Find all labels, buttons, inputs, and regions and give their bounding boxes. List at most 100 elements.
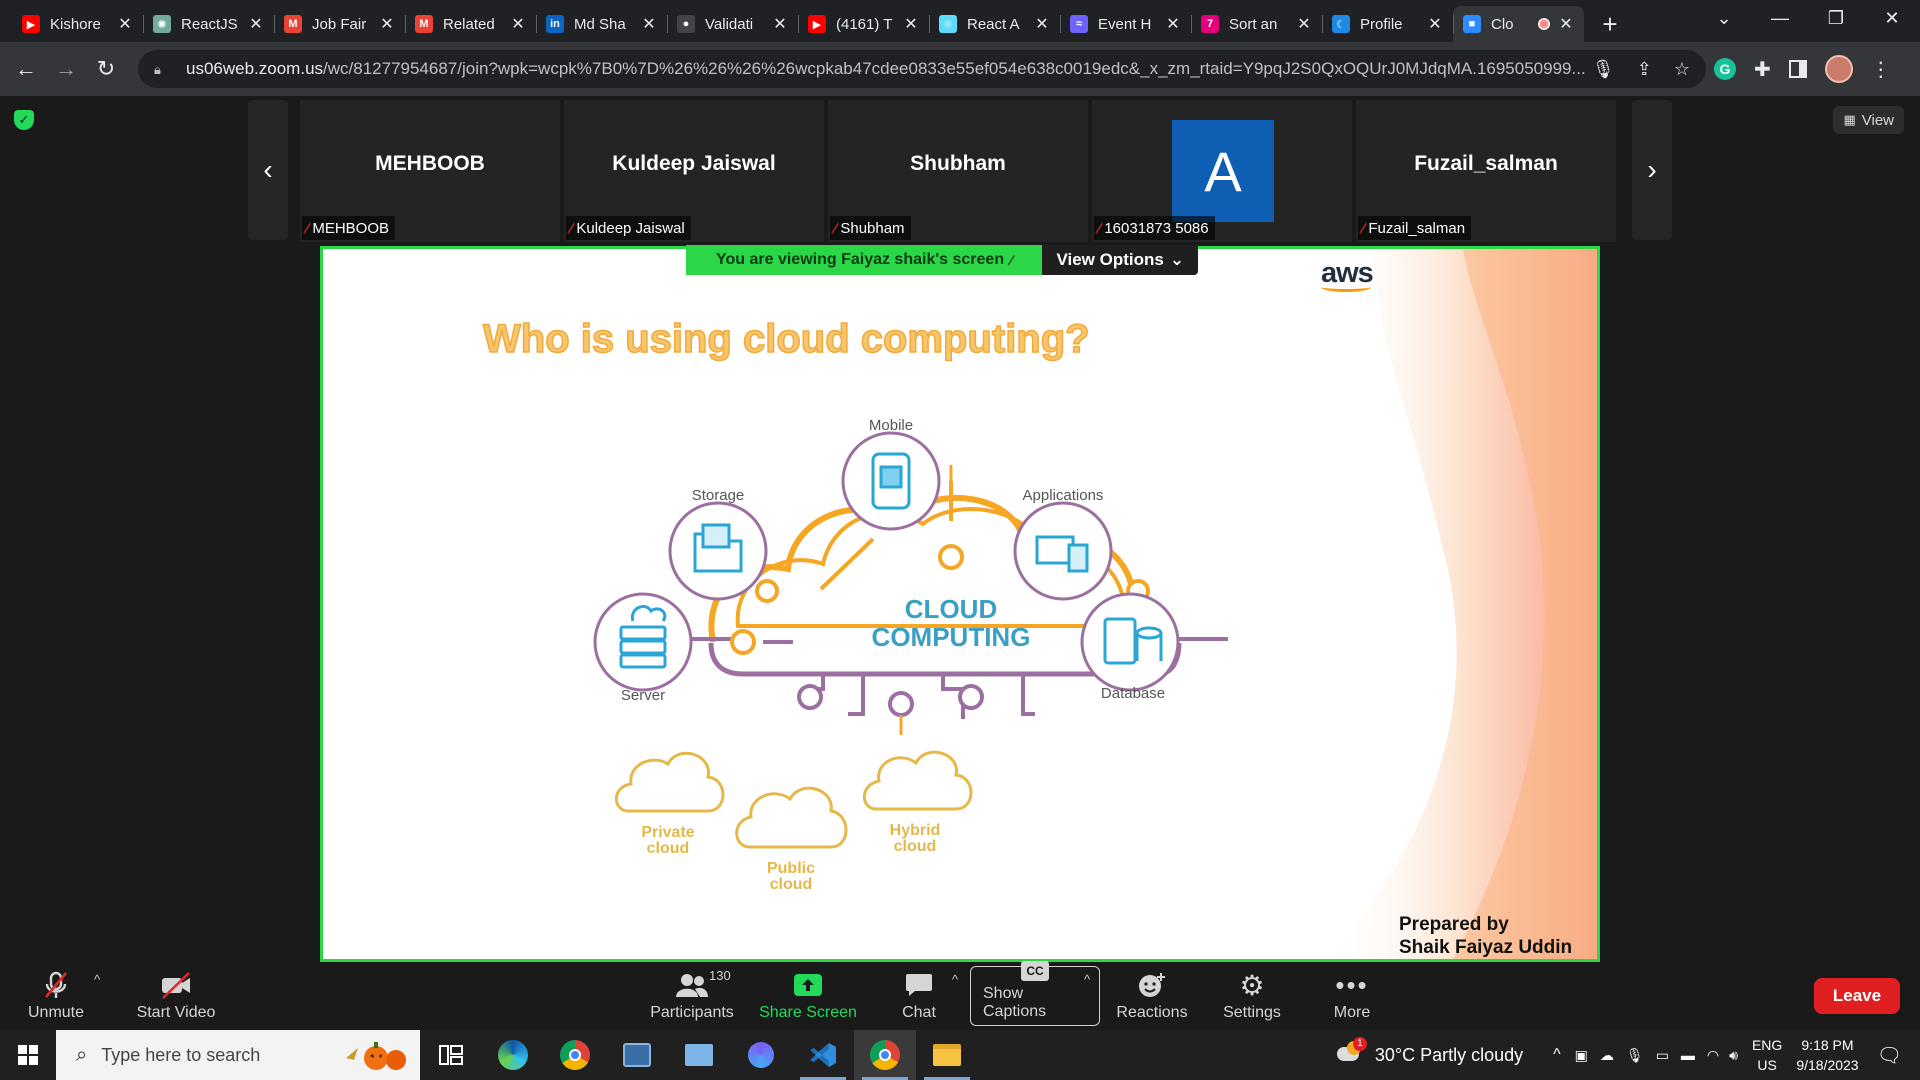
security-shield-icon[interactable]: ✓ [14, 110, 34, 130]
browser-tab[interactable]: in Md Sha ✕ [536, 6, 667, 42]
wifi-icon[interactable]: ◠ [1707, 1047, 1719, 1064]
extensions-puzzle-icon[interactable]: ✚ [1754, 57, 1771, 82]
microphone-icon[interactable]: 🎙︎ [1592, 59, 1615, 80]
participants-button[interactable]: 130 Participants [646, 968, 738, 1026]
chat-options-caret[interactable]: ^ [952, 972, 958, 987]
tab-strip: ▶ Kishore ✕ ✺ ReactJS ✕ M Job Fair ✕ M Related ✕ in M… [0, 6, 1584, 42]
browser-tab[interactable]: ≈ Event H ✕ [1060, 6, 1191, 42]
chrome-icon[interactable] [544, 1030, 606, 1080]
battery-icon[interactable]: ▬ [1681, 1047, 1695, 1063]
start-video-button[interactable]: Start Video [126, 968, 226, 1026]
browser-tab[interactable]: ■ Clo ✕ [1453, 6, 1584, 42]
back-button[interactable]: ← [6, 49, 46, 89]
close-window-button[interactable]: ✕ [1864, 0, 1920, 36]
monitor-app-icon[interactable] [668, 1030, 730, 1080]
participant-tile[interactable]: MEHBOOB ⁄ MEHBOOB [300, 100, 560, 242]
microphone-tray-icon[interactable]: 🎙︎ [1626, 1047, 1644, 1064]
close-tab-icon[interactable]: ✕ [641, 14, 657, 34]
participant-tile[interactable]: Fuzail_salman ⁄ Fuzail_salman [1356, 100, 1616, 242]
browser-tab[interactable]: ⚛ React A ✕ [929, 6, 1060, 42]
edge-icon[interactable] [482, 1030, 544, 1080]
gear-icon: ⚙ [1239, 969, 1265, 1001]
close-tab-icon[interactable]: ✕ [1034, 14, 1050, 34]
volume-icon[interactable]: 🔊︎ [1729, 1047, 1738, 1064]
meeting-controls-bar: Unmute ^ Start Video 130 Participants Sh… [0, 961, 1920, 1030]
more-button[interactable]: ••• More [1312, 968, 1392, 1026]
close-tab-icon[interactable]: ✕ [379, 14, 395, 34]
new-tab-button[interactable]: + [1590, 6, 1630, 42]
share-screen-button[interactable]: Share Screen [758, 968, 858, 1026]
forward-button[interactable]: → [46, 49, 86, 89]
onedrive-cloud-icon[interactable]: ☁ [1600, 1047, 1614, 1064]
close-tab-icon[interactable]: ✕ [248, 14, 264, 34]
settings-button[interactable]: ⚙ Settings [1212, 968, 1292, 1026]
view-options-button[interactable]: View Options ⌄ [1042, 245, 1199, 275]
close-tab-icon[interactable]: ✕ [772, 14, 788, 34]
language-indicator[interactable]: ENG US [1752, 1035, 1782, 1075]
reactions-button[interactable]: Reactions [1112, 968, 1192, 1026]
browser-menu-icon[interactable]: ⋮ [1871, 57, 1891, 82]
close-tab-icon[interactable]: ✕ [1558, 14, 1574, 34]
mobile-label: Mobile [868, 417, 914, 434]
side-panel-icon[interactable] [1788, 60, 1807, 78]
file-explorer-icon[interactable] [916, 1030, 978, 1080]
copilot-icon[interactable] [730, 1030, 792, 1080]
gallery-next-arrow[interactable]: › [1632, 100, 1672, 240]
participant-tile[interactable]: Shubham ⁄ Shubham [828, 100, 1088, 242]
tab-search-icon[interactable]: ⌄ [1696, 0, 1752, 36]
browser-tab[interactable]: ▶ Kishore ✕ [12, 6, 143, 42]
browser-tab[interactable]: ● Validati ✕ [667, 6, 798, 42]
leave-button[interactable]: Leave [1814, 978, 1900, 1014]
reload-button[interactable]: ↻ [86, 49, 126, 89]
browser-tab[interactable]: ☾ Profile ✕ [1322, 6, 1453, 42]
clock[interactable]: 9:18 PM 9/18/2023 [1796, 1035, 1858, 1075]
author-name: Shaik Faiyaz Uddin [1399, 937, 1573, 958]
participant-tile[interactable]: Kuldeep Jaiswal ⁄ Kuldeep Jaiswal [564, 100, 824, 242]
vscode-icon[interactable] [792, 1030, 854, 1080]
close-tab-icon[interactable]: ✕ [1165, 14, 1181, 34]
close-tab-icon[interactable]: ✕ [903, 14, 919, 34]
show-hidden-icons-chevron[interactable]: ^ [1553, 1046, 1561, 1064]
storage-node [668, 501, 768, 601]
view-button[interactable]: ▦ View [1833, 106, 1904, 134]
windows-start-button[interactable] [0, 1030, 56, 1080]
browser-tab-bar: ▶ Kishore ✕ ✺ ReactJS ✕ M Job Fair ✕ M Related ✕ in M… [0, 0, 1920, 42]
close-tab-icon[interactable]: ✕ [1296, 14, 1312, 34]
browser-tab[interactable]: 7 Sort an ✕ [1191, 6, 1322, 42]
meet-now-icon[interactable]: ▣ [1575, 1047, 1588, 1064]
notification-center-icon[interactable]: 🗨︎ [1877, 1043, 1902, 1068]
close-tab-icon[interactable]: ✕ [117, 14, 133, 34]
gallery-prev-arrow[interactable]: ‹ [248, 100, 288, 240]
captions-options-caret[interactable]: ^ [1084, 972, 1090, 987]
participant-display-name: Shubham [910, 152, 1006, 175]
participant-tile[interactable]: A ⁄ 16031873 5086 [1092, 100, 1352, 242]
unmute-button[interactable]: Unmute [16, 968, 96, 1026]
browser-tab[interactable]: ▶ (4161) T ✕ [798, 6, 929, 42]
viewing-banner: You are viewing Faiyaz shaik's screen ⁄ V… [686, 245, 1199, 275]
lock-icon: 🔒︎ [154, 62, 161, 77]
snipping-tool-icon[interactable] [606, 1030, 668, 1080]
close-tab-icon[interactable]: ✕ [510, 14, 526, 34]
task-view-icon[interactable] [420, 1030, 482, 1080]
show-captions-button[interactable]: CC Show Captions [970, 961, 1100, 1026]
profile-avatar[interactable] [1824, 55, 1853, 83]
participant-avatar: A [1172, 120, 1274, 222]
chrome-active-icon[interactable] [854, 1030, 916, 1080]
browser-tab[interactable]: ✺ ReactJS ✕ [143, 6, 274, 42]
browser-tab[interactable]: M Job Fair ✕ [274, 6, 405, 42]
network-icon[interactable]: ▭ [1656, 1047, 1669, 1064]
close-tab-icon[interactable]: ✕ [1427, 14, 1443, 34]
restore-button[interactable]: ❐ [1808, 0, 1864, 36]
search-icon: ⌕ [76, 1043, 88, 1066]
minimize-button[interactable]: — [1752, 0, 1808, 36]
address-bar[interactable]: 🔒︎ us06web.zoom.us/wc/81277954687/join?w… [138, 50, 1706, 88]
weather-widget[interactable]: 1 30°C Partly cloudy [1336, 1037, 1523, 1067]
tab-title: Md Sha [574, 15, 626, 33]
share-icon[interactable]: ⇪ [1637, 59, 1652, 80]
browser-tab[interactable]: M Related ✕ [405, 6, 536, 42]
bookmark-star-icon[interactable]: ☆ [1674, 59, 1690, 80]
chat-button[interactable]: Chat [888, 968, 950, 1026]
taskbar-search-box[interactable]: ⌕ Type here to search [56, 1030, 420, 1080]
audio-options-caret[interactable]: ^ [94, 972, 100, 987]
grammarly-icon[interactable]: G [1714, 58, 1736, 80]
